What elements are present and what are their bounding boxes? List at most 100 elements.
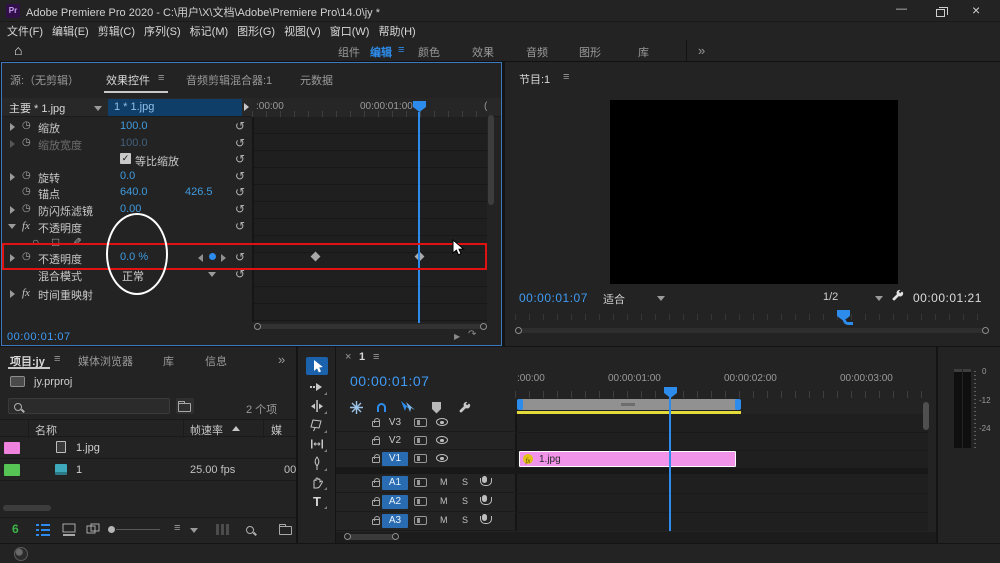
fx-icon[interactable]: fx	[22, 287, 30, 299]
scrollbar-right-handle[interactable]	[982, 327, 989, 334]
nest-sequence-icon[interactable]	[350, 401, 363, 414]
sort-chevron-icon[interactable]	[190, 528, 198, 533]
expand-icon[interactable]	[10, 173, 15, 181]
ec-playhead-line[interactable]	[418, 112, 420, 323]
mic-icon[interactable]	[482, 476, 487, 483]
track-label[interactable]: A3	[382, 514, 408, 528]
menu-markers[interactable]: 标记(M)	[190, 23, 229, 39]
scrollbar-right-handle[interactable]	[480, 323, 487, 330]
reset-icon[interactable]: ↺	[235, 120, 245, 132]
stopwatch-icon[interactable]: ◷	[22, 203, 31, 214]
project-tabs-overflow-icon[interactable]: »	[278, 352, 285, 367]
ec-vertical-scrollbar[interactable]	[488, 115, 494, 205]
razor-tool[interactable]	[306, 416, 328, 434]
stopwatch-icon[interactable]: ◷	[22, 186, 31, 197]
tab-libraries[interactable]: 库	[163, 353, 174, 369]
track-label[interactable]: V3	[382, 416, 408, 430]
workspace-tab-editing[interactable]: 编辑	[370, 44, 392, 60]
close-button[interactable]: ×	[972, 2, 980, 18]
project-menu-icon[interactable]: ≡	[54, 353, 60, 365]
toggle-effects-icon[interactable]: ↷	[468, 329, 476, 340]
reset-icon[interactable]: ↺	[235, 203, 245, 215]
icon-view-icon[interactable]	[62, 523, 76, 536]
scrollbar-left-handle[interactable]	[254, 323, 261, 330]
reset-icon[interactable]: ↺	[235, 220, 245, 232]
expand-icon[interactable]	[10, 290, 15, 298]
track-target-icon[interactable]	[414, 454, 427, 463]
column-media-partial[interactable]: 媒	[271, 422, 282, 438]
eye-icon[interactable]	[436, 454, 448, 462]
master-clip-label[interactable]: 主要 * 1.jpg	[9, 100, 65, 116]
tab-info[interactable]: 信息	[205, 353, 227, 369]
menu-file[interactable]: 文件(F)	[7, 23, 43, 39]
label-color-pink[interactable]	[4, 442, 20, 454]
work-area-bar[interactable]	[517, 399, 741, 410]
settings-wrench-icon[interactable]	[891, 289, 905, 303]
menu-edit[interactable]: 编辑(E)	[52, 23, 89, 39]
property-value-x[interactable]: 640.0	[120, 186, 148, 198]
selection-tool[interactable]	[306, 357, 328, 375]
mic-icon[interactable]	[482, 514, 487, 521]
track-select-forward-tool[interactable]	[306, 378, 328, 396]
home-icon[interactable]: ⌂	[14, 42, 22, 58]
track-target-icon[interactable]	[414, 516, 427, 525]
stopwatch-icon[interactable]: ◷	[22, 170, 31, 181]
clip-1jpg[interactable]: fx 1.jpg	[519, 451, 736, 467]
eye-icon[interactable]	[436, 436, 448, 444]
workspace-tab-graphics[interactable]: 图形	[579, 44, 601, 60]
marker-icon[interactable]	[431, 402, 442, 414]
slip-tool[interactable]	[306, 435, 328, 453]
master-clip-dropdown-icon[interactable]	[94, 106, 102, 111]
project-row-sequence[interactable]: 1 25.00 fps 00	[0, 459, 296, 481]
work-area-left-handle[interactable]	[517, 399, 523, 410]
stopwatch-icon[interactable]: ◷	[22, 120, 31, 131]
tab-sequence[interactable]: 1	[359, 351, 365, 363]
reset-icon[interactable]: ↺	[235, 170, 245, 182]
track-target-icon[interactable]	[414, 497, 427, 506]
project-row-image[interactable]: 1.jpg	[0, 437, 296, 459]
tab-media-browser[interactable]: 媒体浏览器	[78, 353, 133, 369]
chevron-down-icon[interactable]	[657, 296, 665, 301]
workspace-tab-libraries[interactable]: 库	[638, 44, 649, 60]
expand-icon[interactable]	[10, 206, 15, 214]
scrollbar-left-handle[interactable]	[515, 327, 522, 334]
property-value[interactable]: 100.0	[120, 120, 148, 132]
type-tool[interactable]: T	[306, 492, 328, 510]
reset-icon[interactable]: ↺	[235, 137, 245, 149]
ec-horizontal-scrollbar[interactable]	[254, 322, 487, 332]
effect-controls-menu-icon[interactable]: ≡	[158, 72, 164, 84]
freeform-view-icon[interactable]	[86, 523, 101, 536]
lock-icon[interactable]	[372, 439, 380, 445]
solo-button[interactable]: S	[462, 477, 468, 487]
track-target-icon[interactable]	[414, 418, 427, 427]
minimize-button[interactable]: —	[896, 3, 907, 15]
workspace-overflow-icon[interactable]: »	[698, 43, 705, 58]
track-target-icon[interactable]	[414, 436, 427, 445]
project-search-box[interactable]	[8, 398, 170, 414]
work-area-right-handle[interactable]	[735, 399, 741, 410]
column-name[interactable]: 名称	[35, 422, 57, 438]
program-timecode[interactable]: 00:00:01:07	[519, 291, 588, 305]
menu-window[interactable]: 窗口(W)	[330, 23, 370, 39]
automate-sequence-icon[interactable]	[216, 524, 230, 535]
lane-toggle-icon[interactable]	[244, 103, 249, 111]
track-label[interactable]: V2	[382, 434, 408, 448]
pen-tool[interactable]	[306, 454, 328, 472]
label-color-green[interactable]	[4, 464, 20, 476]
item-name[interactable]: 1	[76, 464, 82, 476]
timeline-h-scrollbar[interactable]	[336, 532, 936, 543]
track-target-icon[interactable]	[414, 478, 427, 487]
fx-icon[interactable]: fx	[22, 220, 30, 232]
timeline-menu-icon[interactable]: ≡	[373, 351, 379, 363]
track-label[interactable]: A2	[382, 495, 408, 509]
program-menu-icon[interactable]: ≡	[563, 71, 569, 83]
program-zoom-select[interactable]: 适合	[603, 291, 625, 307]
workspace-menu-icon[interactable]: ≡	[398, 44, 404, 56]
tab-audio-clip-mixer[interactable]: 音频剪辑混合器:1	[186, 72, 272, 88]
play-audio-icon[interactable]: ▶	[454, 332, 460, 341]
property-value[interactable]: 0.0	[120, 170, 135, 182]
eye-icon[interactable]	[436, 418, 448, 426]
property-value-y[interactable]: 426.5	[185, 186, 213, 198]
search-bin-button[interactable]	[176, 398, 194, 414]
zoom-slider-track[interactable]	[116, 529, 160, 530]
